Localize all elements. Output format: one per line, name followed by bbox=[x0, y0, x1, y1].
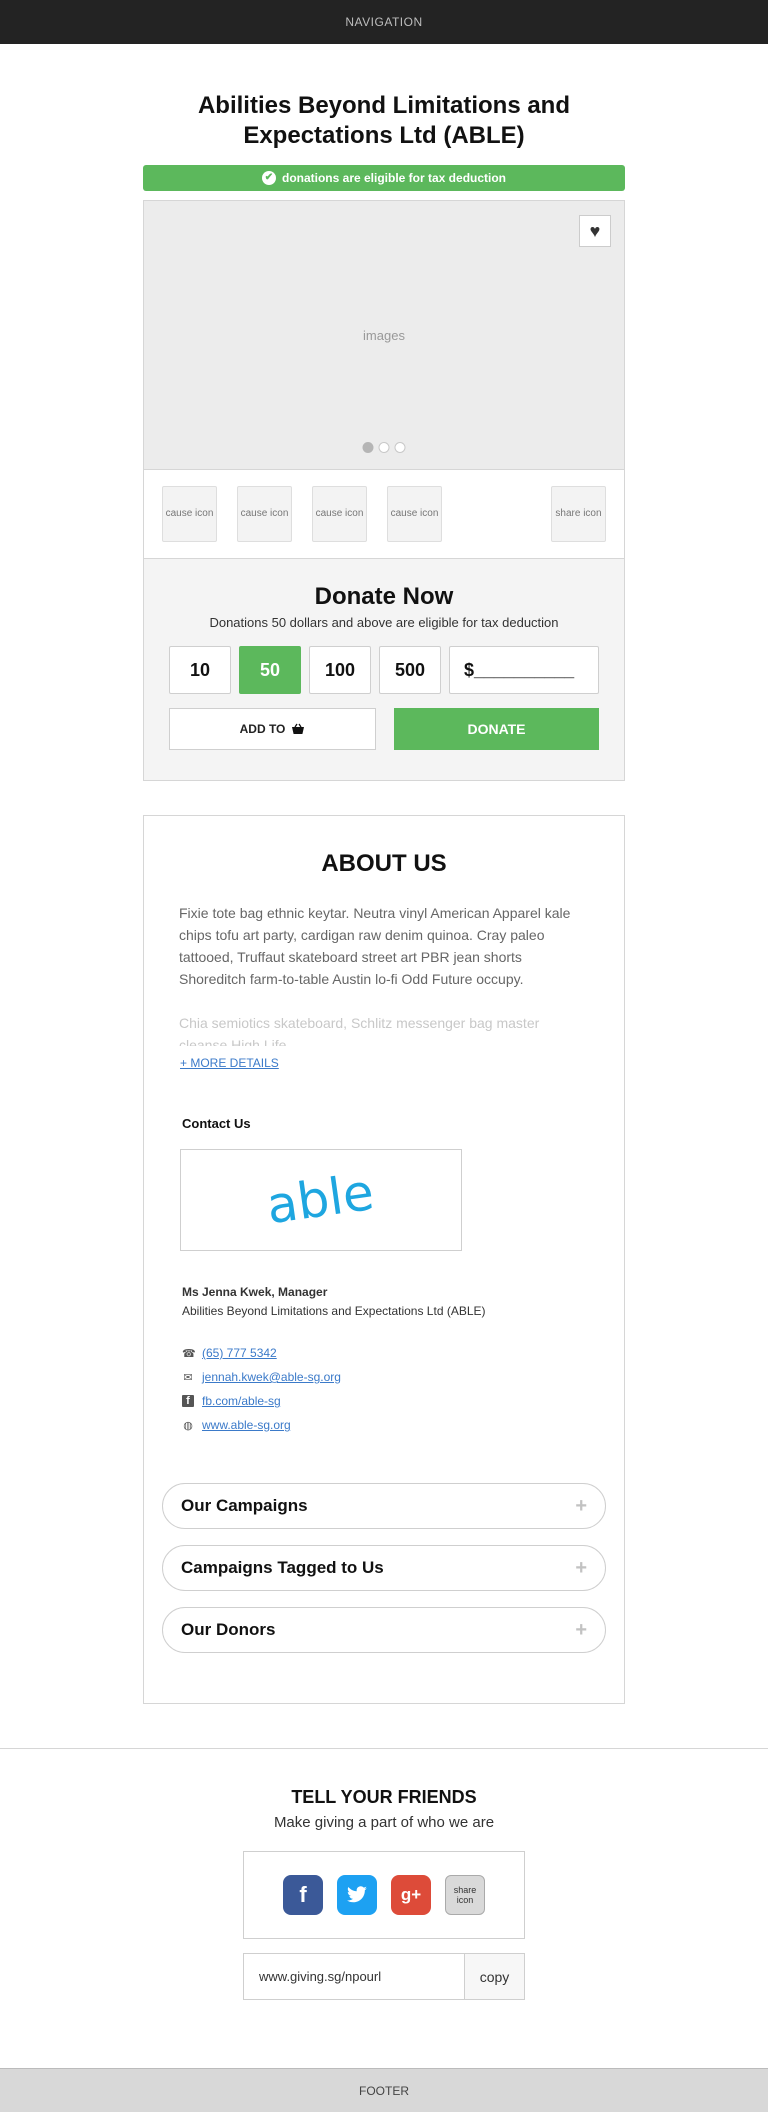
able-logo-text: able bbox=[263, 1170, 377, 1230]
amount-option-500[interactable]: 500 bbox=[379, 646, 441, 694]
contact-website: ◍ www.able-sg.org bbox=[182, 1413, 586, 1437]
about-paragraph: Fixie tote bag ethnic keytar. Neutra vin… bbox=[179, 905, 571, 987]
donate-heading: Donate Now bbox=[314, 583, 454, 610]
contact-facebook: f fb.com/able-sg bbox=[182, 1389, 586, 1413]
contact-links: ☎ (65) 777 5342 ✉ jennah.kwek@able-sg.or… bbox=[182, 1341, 586, 1437]
gallery-dot[interactable] bbox=[362, 442, 374, 453]
phone-icon: ☎ bbox=[182, 1347, 196, 1360]
google-plus-share-button[interactable]: g+ bbox=[391, 1875, 431, 1915]
facebook-link[interactable]: fb.com/able-sg bbox=[202, 1394, 281, 1408]
able-logo: able bbox=[263, 1170, 377, 1230]
tax-deduction-banner: ✔ donations are eligible for tax deducti… bbox=[143, 165, 625, 191]
about-paragraph-faded: Chia semiotics skateboard, Schlitz messe… bbox=[179, 1015, 540, 1046]
copy-button[interactable]: copy bbox=[464, 1954, 524, 1999]
custom-amount-input[interactable]: $__________ bbox=[449, 646, 599, 694]
phone-link[interactable]: (65) 777 5342 bbox=[202, 1346, 277, 1360]
contact-email: ✉ jennah.kwek@able-sg.org bbox=[182, 1365, 586, 1389]
page-title: Abilities Beyond Limitations and Expecta… bbox=[197, 92, 571, 149]
contact-name: Ms Jenna Kwek, Manager bbox=[182, 1285, 328, 1299]
plus-icon: + bbox=[575, 1494, 587, 1517]
amount-option-100[interactable]: 100 bbox=[309, 646, 371, 694]
share-icon-button[interactable]: share icon bbox=[445, 1875, 485, 1915]
amount-options: 10 50 100 500 $__________ bbox=[169, 646, 599, 694]
gallery-dot[interactable] bbox=[378, 442, 390, 453]
gallery-placeholder: images bbox=[363, 327, 405, 343]
mail-icon: ✉ bbox=[183, 1371, 193, 1384]
gallery-dot[interactable] bbox=[394, 442, 406, 453]
globe-icon: ◍ bbox=[183, 1419, 193, 1432]
amount-option-10[interactable]: 10 bbox=[169, 646, 231, 694]
social-share-box: f g+ share icon bbox=[243, 1851, 525, 1939]
share-icon[interactable]: share icon bbox=[551, 486, 606, 542]
tell-friends-section: TELL YOUR FRIENDS Make giving a part of … bbox=[0, 1787, 768, 2000]
add-to-basket-button[interactable]: ADD TO bbox=[169, 708, 376, 750]
cause-icon[interactable]: cause icon bbox=[312, 486, 367, 542]
share-url-row: www.giving.sg/npourl copy bbox=[243, 1953, 525, 2000]
section-divider bbox=[0, 1748, 768, 1749]
basket-icon bbox=[292, 723, 305, 734]
cause-icons-row: cause icon cause icon cause icon cause i… bbox=[143, 470, 625, 559]
image-gallery[interactable]: images ♥ bbox=[143, 200, 625, 470]
accordion-label: Campaigns Tagged to Us bbox=[181, 1558, 384, 1577]
share-url-field[interactable]: www.giving.sg/npourl bbox=[244, 1954, 464, 1999]
plus-icon: + bbox=[575, 1618, 587, 1641]
tax-banner-text: donations are eligible for tax deduction bbox=[281, 171, 507, 185]
footer: FOOTER bbox=[0, 2068, 768, 2112]
donate-actions: ADD TO DONATE bbox=[169, 708, 599, 750]
about-section: ABOUT US Fixie tote bag ethnic keytar. N… bbox=[143, 815, 625, 1704]
cause-icon[interactable]: cause icon bbox=[162, 486, 217, 542]
donate-button[interactable]: DONATE bbox=[394, 708, 599, 750]
gallery-pagination bbox=[362, 442, 406, 453]
navigation-label: NAVIGATION bbox=[345, 15, 423, 29]
main-content: Abilities Beyond Limitations and Expecta… bbox=[143, 91, 625, 1704]
more-details-link[interactable]: + MORE DETAILS bbox=[180, 1056, 279, 1070]
facebook-icon: f bbox=[182, 1395, 194, 1407]
accordion-our-donors[interactable]: Our Donors + bbox=[162, 1607, 606, 1653]
check-icon: ✔ bbox=[261, 171, 276, 185]
facebook-share-button[interactable]: f bbox=[283, 1875, 323, 1915]
twitter-share-button[interactable] bbox=[337, 1875, 377, 1915]
navigation-bar: NAVIGATION bbox=[0, 0, 768, 44]
amount-option-50[interactable]: 50 bbox=[239, 646, 301, 694]
footer-label: FOOTER bbox=[359, 2083, 409, 2098]
donate-panel: Donate Now Donations 50 dollars and abov… bbox=[143, 559, 625, 781]
heart-icon: ♥ bbox=[589, 220, 601, 241]
website-link[interactable]: www.able-sg.org bbox=[202, 1418, 291, 1432]
org-logo: able bbox=[180, 1149, 462, 1251]
email-link[interactable]: jennah.kwek@able-sg.org bbox=[202, 1370, 341, 1384]
accordion-our-campaigns[interactable]: Our Campaigns + bbox=[162, 1483, 606, 1529]
donate-subtext: Donations 50 dollars and above are eligi… bbox=[209, 615, 559, 630]
accordion: Our Campaigns + Campaigns Tagged to Us +… bbox=[162, 1483, 606, 1653]
contact-phone: ☎ (65) 777 5342 bbox=[182, 1341, 586, 1365]
accordion-label: Our Donors bbox=[181, 1620, 276, 1639]
plus-icon: + bbox=[575, 1556, 587, 1579]
accordion-label: Our Campaigns bbox=[181, 1496, 308, 1515]
tell-friends-heading: TELL YOUR FRIENDS bbox=[291, 1787, 477, 1807]
accordion-campaigns-tagged[interactable]: Campaigns Tagged to Us + bbox=[162, 1545, 606, 1591]
twitter-bird-icon bbox=[347, 1886, 367, 1903]
cause-icon[interactable]: cause icon bbox=[237, 486, 292, 542]
tell-friends-subtext: Make giving a part of who we are bbox=[273, 1814, 495, 1831]
favorite-button[interactable]: ♥ bbox=[579, 215, 611, 247]
cause-icon[interactable]: cause icon bbox=[387, 486, 442, 542]
contact-person: Ms Jenna Kwek, Manager Abilities Beyond … bbox=[182, 1283, 586, 1321]
contact-heading: Contact Us bbox=[182, 1116, 251, 1131]
add-to-label: ADD TO bbox=[239, 722, 286, 736]
about-heading: ABOUT US bbox=[321, 850, 447, 877]
contact-org: Abilities Beyond Limitations and Expecta… bbox=[182, 1304, 486, 1318]
